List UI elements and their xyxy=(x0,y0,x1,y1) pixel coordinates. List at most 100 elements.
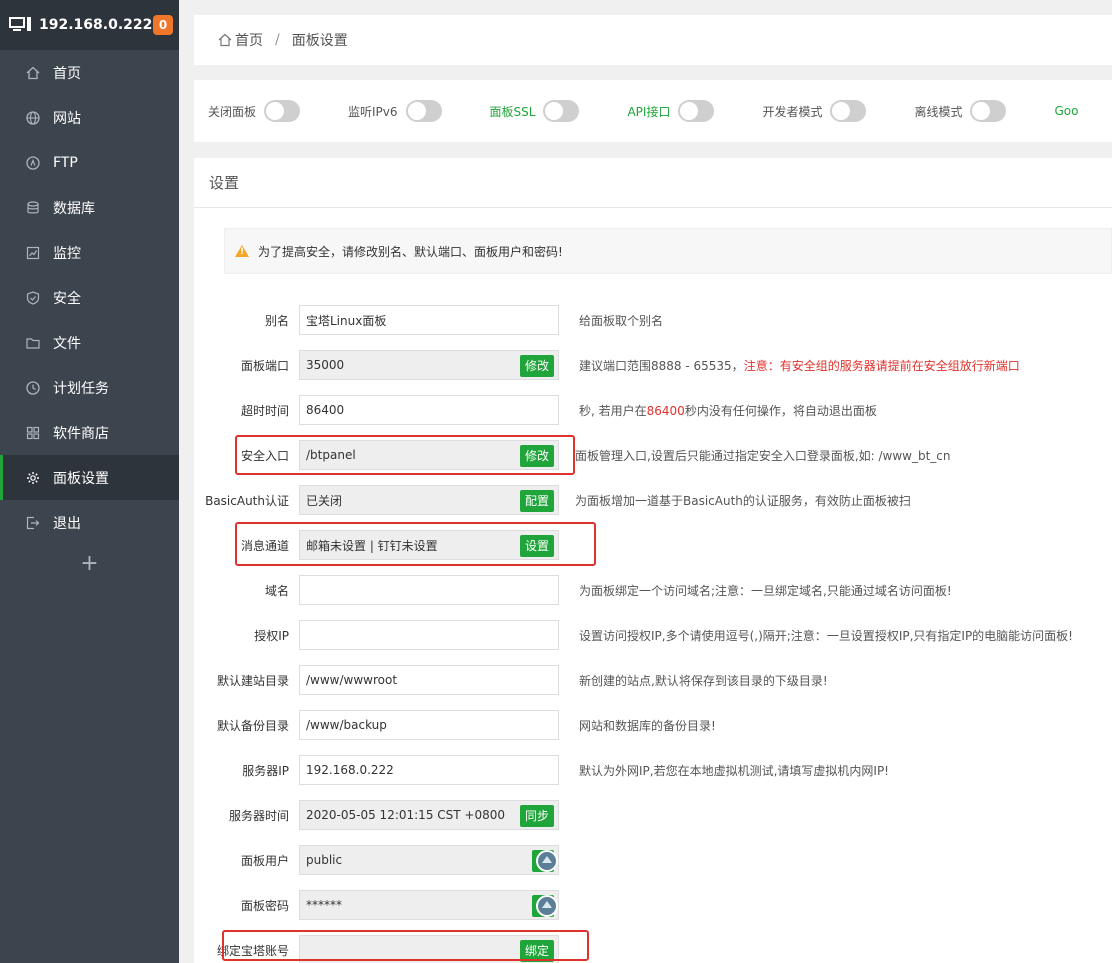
modify-user-button[interactable]: 修 xyxy=(531,850,558,872)
field-value: /www/backup xyxy=(306,718,387,732)
home-icon xyxy=(218,33,232,47)
sidebar-item-label: 退出 xyxy=(53,515,81,532)
row-site-dir: 默认建站目录 /www/wwwroot 新创建的站点,默认将保存到该目录的下级目… xyxy=(194,665,1112,695)
warning-text: 为了提高安全，请修改别名、默认端口、面板用户和密码! xyxy=(258,244,563,259)
field-label: 面板用户 xyxy=(240,853,289,868)
desc-highlight: 86400 xyxy=(646,403,685,418)
floating-overlay-icon[interactable] xyxy=(536,895,558,917)
sidebar-item-cron[interactable]: 计划任务 xyxy=(0,365,179,410)
toggle-label: 监听IPv6 xyxy=(348,104,398,119)
domain-input[interactable] xyxy=(299,575,559,605)
server-ip: 192.168.0.222 xyxy=(39,17,153,33)
desc-warning: 注意：有安全组的服务器请提前在安全组放行新端口 xyxy=(743,358,1020,373)
configure-basicauth-button[interactable]: 配置 xyxy=(519,490,554,512)
row-auth-ip: 授权IP 设置访问授权IP,多个请使用逗号(,)隔开;注意：一旦设置授权IP,只… xyxy=(194,620,1112,650)
ipv6-switch[interactable] xyxy=(405,100,442,122)
sidebar-item-label: 计划任务 xyxy=(53,380,109,397)
offline-switch[interactable] xyxy=(970,100,1007,122)
add-menu-button[interactable]: + xyxy=(0,551,179,576)
field-label: 服务器时间 xyxy=(228,808,289,823)
field-value: ****** xyxy=(306,898,342,912)
desc-text: 秒, 若用户在 xyxy=(579,403,647,418)
row-timeout: 超时时间 86400 秒, 若用户在86400秒内没有任何操作，将自动退出面板 xyxy=(194,395,1112,425)
sidebar-item-store[interactable]: 软件商店 xyxy=(0,410,179,455)
sidebar-item-files[interactable]: 文件 xyxy=(0,320,179,365)
sidebar-item-logout[interactable]: 退出 xyxy=(0,500,179,545)
sidebar-item-monitor[interactable]: 监控 xyxy=(0,230,179,275)
field-label: 别名 xyxy=(264,313,289,328)
sidebar-item-settings[interactable]: 面板设置 xyxy=(0,455,179,500)
sidebar-item-label: 数据库 xyxy=(53,200,95,217)
field-label: 超时时间 xyxy=(240,403,289,418)
row-basicauth: BasicAuth认证 已关闭 配置 为面板增加一道基于BasicAuth的认证服… xyxy=(194,485,1112,515)
modify-password-button[interactable]: 修 xyxy=(531,895,558,917)
field-desc: 给面板取个别名 xyxy=(579,313,664,328)
field-desc: 默认为外网IP,若您在本地虚拟机测试,请填写虚拟机内网IP! xyxy=(579,763,889,778)
sidebar-item-home[interactable]: 首页 xyxy=(0,50,179,95)
field-label: 面板密码 xyxy=(240,898,289,913)
floating-overlay-icon[interactable] xyxy=(536,850,558,872)
ssl-switch[interactable] xyxy=(543,100,580,122)
sidebar-item-ftp[interactable]: FTP xyxy=(0,140,179,185)
toggle-label[interactable]: Goo xyxy=(1054,104,1078,118)
field-value: 86400 xyxy=(306,403,345,417)
timeout-input[interactable]: 86400 xyxy=(299,395,559,425)
backup-dir-input[interactable]: /www/backup xyxy=(299,710,559,740)
breadcrumb-home-link[interactable]: 首页 xyxy=(235,30,263,50)
grid-icon xyxy=(25,425,41,441)
field-desc: 为面板增加一道基于BasicAuth的认证服务，有效防止面板被扫 xyxy=(575,493,911,508)
basicauth-input[interactable]: 已关闭 配置 xyxy=(299,485,559,515)
site-dir-input[interactable]: /www/wwwroot xyxy=(299,665,559,695)
port-input[interactable]: 35000 修改 xyxy=(299,350,559,380)
server-ip-input[interactable]: 192.168.0.222 xyxy=(299,755,559,785)
sidebar: 192.168.0.222 0 首页 网站 FTP 数据库 监控 安全 文件 计… xyxy=(0,0,179,963)
panel-user-input[interactable]: public 修 xyxy=(299,845,559,875)
notification-badge[interactable]: 0 xyxy=(153,15,173,35)
close-panel-switch[interactable] xyxy=(264,100,301,122)
sidebar-item-label: 软件商店 xyxy=(53,425,109,442)
toggle-dev-mode: 开发者模式 xyxy=(762,100,902,122)
highlight-bind-account xyxy=(222,930,589,961)
ftp-icon xyxy=(25,155,41,171)
row-server-ip: 服务器IP 192.168.0.222 默认为外网IP,若您在本地虚拟机测试,请… xyxy=(194,755,1112,785)
sidebar-item-database[interactable]: 数据库 xyxy=(0,185,179,230)
database-icon xyxy=(25,200,41,216)
alias-input[interactable]: 宝塔Linux面板 xyxy=(299,305,559,335)
sidebar-item-label: FTP xyxy=(53,154,78,171)
toggle-label: 开发者模式 xyxy=(762,104,823,119)
sidebar-item-website[interactable]: 网站 xyxy=(0,95,179,140)
sidebar-item-label: 安全 xyxy=(53,290,81,307)
toggle-label[interactable]: API接口 xyxy=(627,103,670,120)
toggle-ipv6: 监听IPv6 xyxy=(348,100,478,122)
row-alias: 别名 宝塔Linux面板 给面板取个别名 xyxy=(194,305,1112,335)
field-desc: 设置访问授权IP,多个请使用逗号(,)隔开;注意：一旦设置授权IP,只有指定IP… xyxy=(579,628,1073,643)
logout-icon xyxy=(25,515,41,531)
breadcrumb-current: 面板设置 xyxy=(291,33,348,49)
toggle-offline: 离线模式 xyxy=(914,100,1042,122)
toggle-label: 离线模式 xyxy=(914,104,963,119)
sidebar-item-security[interactable]: 安全 xyxy=(0,275,179,320)
server-monitor-icon xyxy=(9,17,31,33)
toggle-label[interactable]: 面板SSL xyxy=(490,103,536,120)
panel-title: 设置 xyxy=(194,158,1112,208)
sidebar-item-label: 监控 xyxy=(53,245,81,262)
field-desc: 秒, 若用户在86400秒内没有任何操作，将自动退出面板 xyxy=(579,402,877,419)
toggle-ssl: 面板SSL xyxy=(490,100,616,122)
folder-icon xyxy=(25,335,41,351)
row-panel-password: 面板密码 ****** 修 xyxy=(194,890,1112,920)
dev-mode-switch[interactable] xyxy=(830,100,867,122)
auth-ip-input[interactable] xyxy=(299,620,559,650)
clock-icon xyxy=(25,380,41,396)
server-header: 192.168.0.222 0 xyxy=(0,0,179,50)
server-time-input: 2020-05-05 12:01:15 CST +0800 同步 xyxy=(299,800,559,830)
row-port: 面板端口 35000 修改 建议端口范围8888 - 65535，注意：有安全组的… xyxy=(194,350,1112,380)
modify-port-button[interactable]: 修改 xyxy=(519,355,554,377)
breadcrumb-separator: / xyxy=(275,32,280,48)
api-switch[interactable] xyxy=(678,100,715,122)
sync-time-button[interactable]: 同步 xyxy=(519,805,554,827)
highlight-security-entry xyxy=(235,435,575,475)
panel-password-input[interactable]: ****** 修 xyxy=(299,890,559,920)
field-value: 2020-05-05 12:01:15 CST +0800 xyxy=(306,808,505,822)
field-label: 默认备份目录 xyxy=(216,718,289,733)
row-server-time: 服务器时间 2020-05-05 12:01:15 CST +0800 同步 xyxy=(194,800,1112,830)
